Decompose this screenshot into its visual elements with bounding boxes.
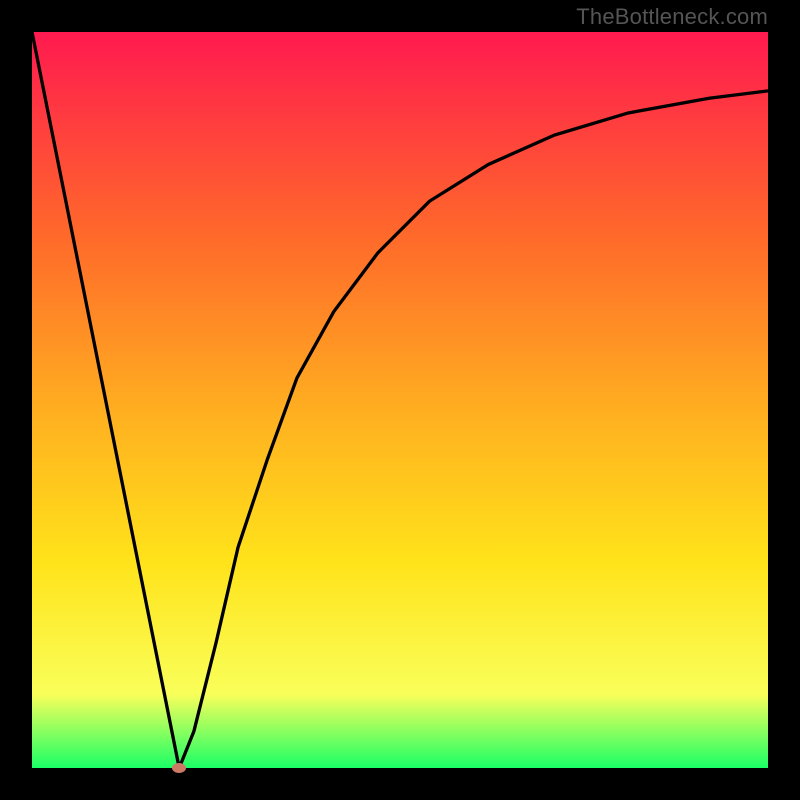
curve-path	[32, 32, 768, 768]
chart-curve	[32, 32, 768, 768]
marker-dot	[172, 763, 186, 773]
plot-area	[32, 32, 768, 768]
watermark-text: TheBottleneck.com	[576, 4, 768, 30]
chart-stage: TheBottleneck.com	[0, 0, 800, 800]
